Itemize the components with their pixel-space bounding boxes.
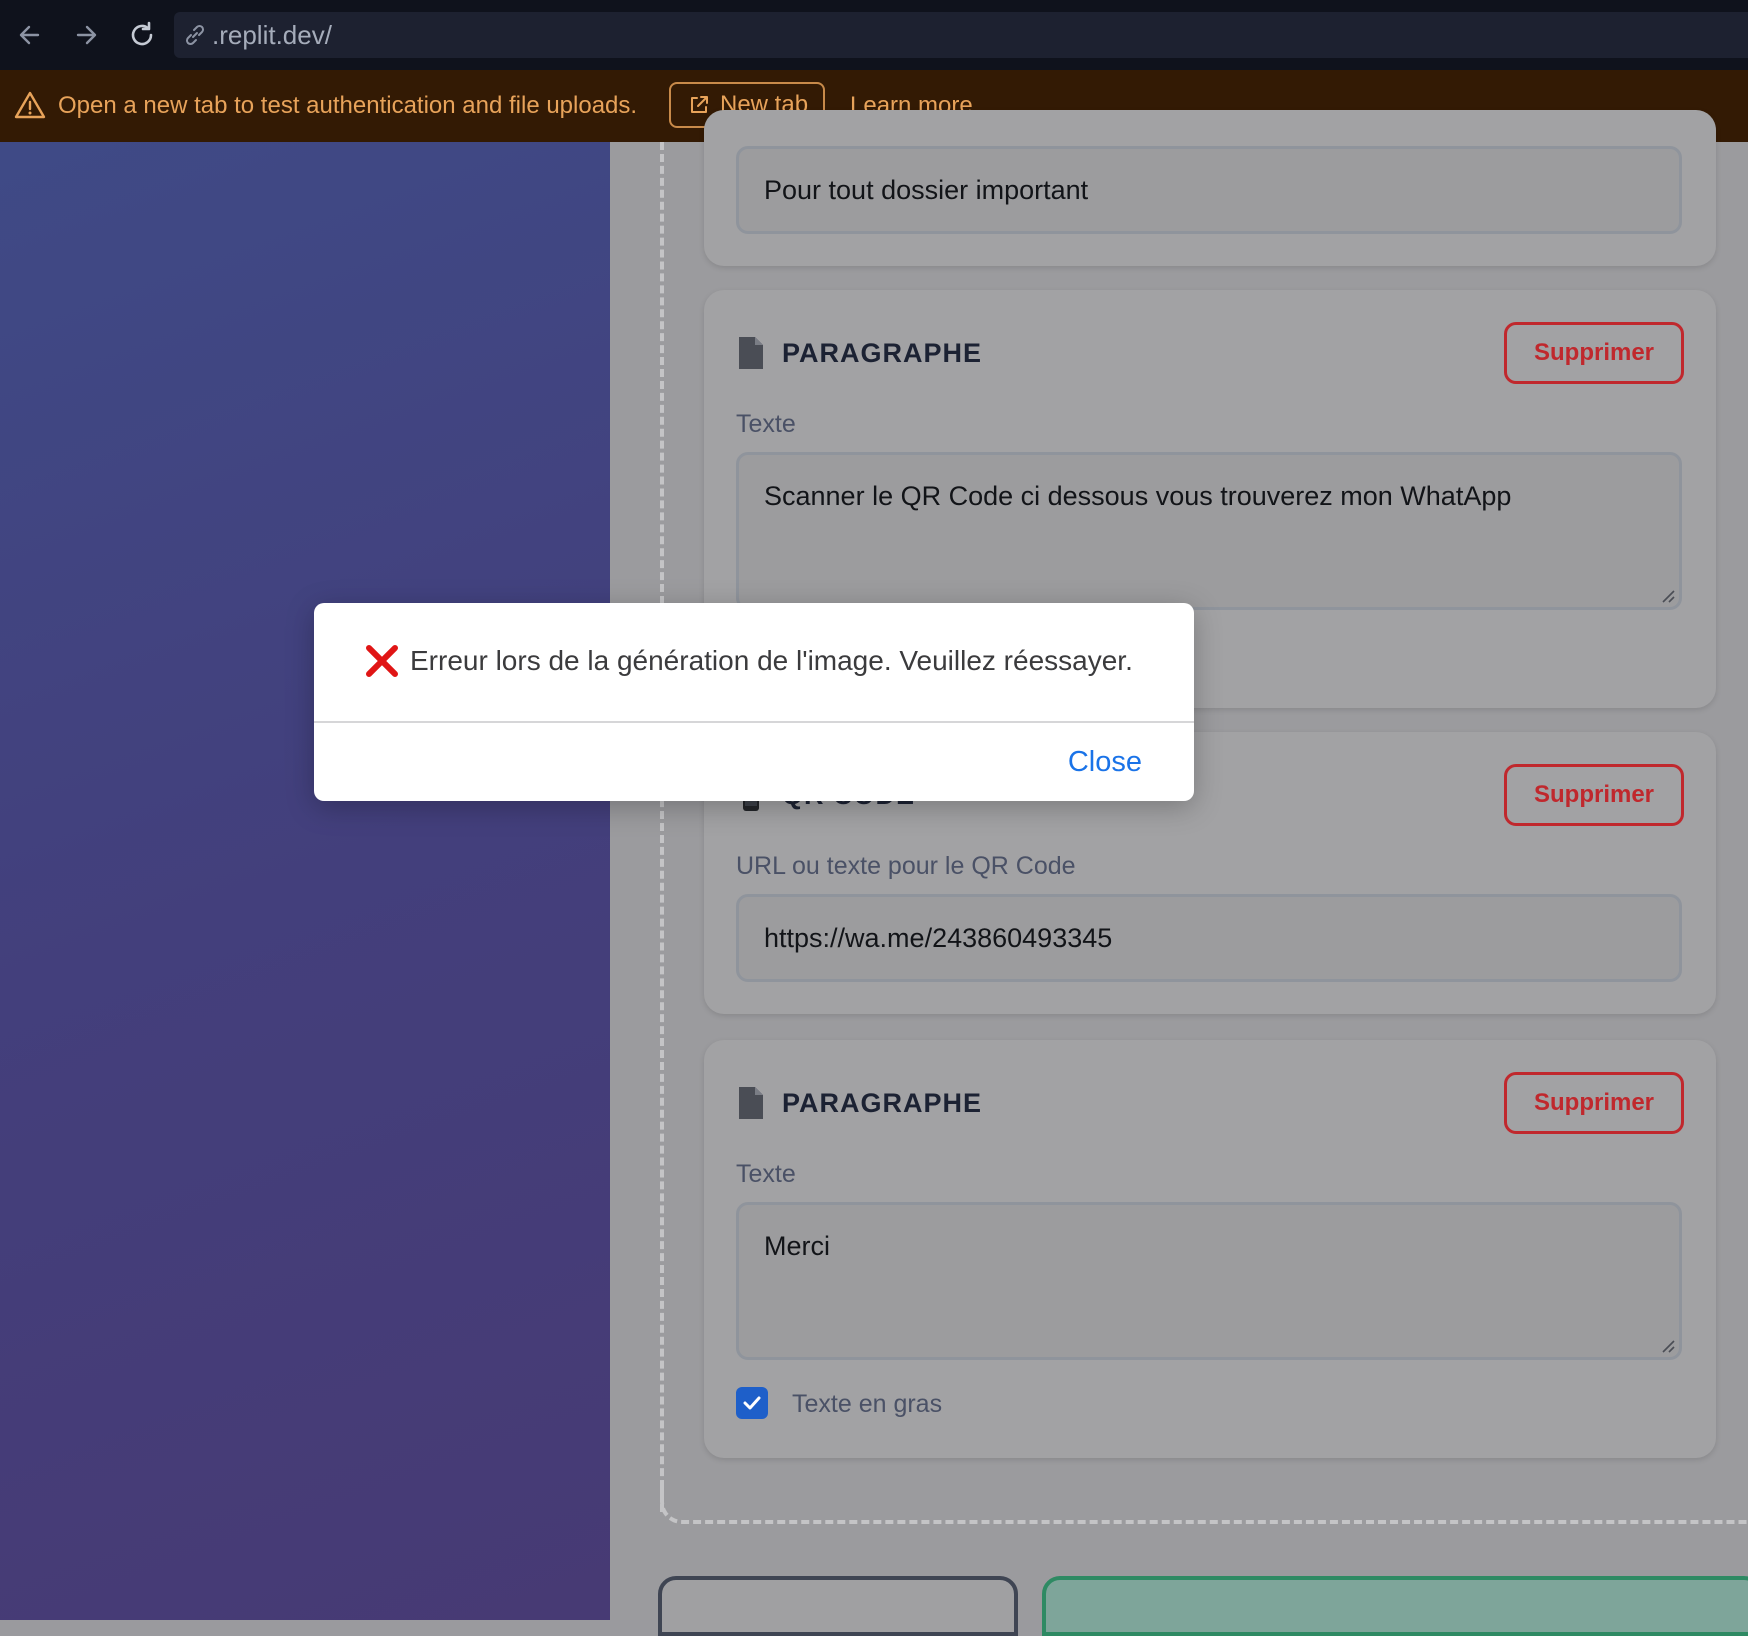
- textarea-value: Scanner le QR Code ci dessous vous trouv…: [764, 481, 1512, 511]
- reset-button[interactable]: [658, 1576, 1018, 1636]
- banner-message: Open a new tab to test authentication an…: [58, 92, 638, 119]
- dialog-message-text: Erreur lors de la génération de l'image.…: [410, 645, 1133, 676]
- browser-toolbar: .replit.dev/: [0, 0, 1748, 70]
- cross-mark-icon: [366, 645, 398, 677]
- close-button[interactable]: Close: [1068, 746, 1142, 779]
- back-button[interactable]: [10, 15, 50, 55]
- reload-button[interactable]: [122, 15, 162, 55]
- block-type-label: PARAGRAPHE: [782, 337, 983, 368]
- block-card-text: Pour tout dossier important: [704, 110, 1716, 266]
- field-label: Texte: [736, 410, 796, 438]
- paragraph-textarea[interactable]: Scanner le QR Code ci dessous vous trouv…: [736, 452, 1682, 610]
- forward-button[interactable]: [66, 15, 106, 55]
- textarea-value: Merci: [764, 1231, 830, 1261]
- text-input-value: Pour tout dossier important: [764, 175, 1089, 205]
- field-label: Texte: [736, 1160, 796, 1188]
- dialog-divider: [314, 721, 1194, 723]
- block-title: PARAGRAPHE: [736, 1086, 982, 1120]
- document-icon: [739, 1087, 763, 1119]
- checkbox-label[interactable]: Texte en gras: [792, 1390, 942, 1419]
- external-link-icon: [691, 96, 708, 113]
- delete-button[interactable]: Supprimer: [1504, 764, 1684, 826]
- dropzone-border: [660, 142, 664, 1512]
- preview-panel: [0, 142, 610, 1620]
- paragraph-textarea[interactable]: Merci: [736, 1202, 1682, 1360]
- link-icon: [185, 24, 205, 46]
- delete-button[interactable]: Supprimer: [1504, 1072, 1684, 1134]
- dialog-message: Erreur lors de la génération de l'image.…: [364, 643, 1133, 679]
- field-label: URL ou texte pour le QR Code: [736, 852, 1076, 880]
- url-text: .replit.dev/: [212, 19, 332, 50]
- error-dialog: Erreur lors de la génération de l'image.…: [314, 603, 1194, 801]
- resize-handle-icon[interactable]: [1659, 1337, 1675, 1353]
- resize-handle-icon[interactable]: [1659, 587, 1675, 603]
- qr-url-value: https://wa.me/243860493345: [764, 923, 1113, 953]
- arrow-right-icon: [76, 25, 97, 45]
- generate-button[interactable]: [1042, 1576, 1748, 1636]
- qr-url-input[interactable]: https://wa.me/243860493345: [736, 894, 1682, 982]
- block-title: PARAGRAPHE: [736, 336, 982, 370]
- warning-icon: [14, 91, 46, 119]
- bold-checkbox[interactable]: [736, 1387, 768, 1419]
- document-icon: [739, 337, 763, 369]
- block-type-label: PARAGRAPHE: [782, 1087, 983, 1118]
- text-input[interactable]: Pour tout dossier important: [736, 146, 1682, 234]
- reload-icon: [131, 21, 153, 46]
- dropzone-border-bottom: [660, 1480, 1748, 1524]
- delete-button[interactable]: Supprimer: [1504, 322, 1684, 384]
- block-card-paragraph: PARAGRAPHE Supprimer Texte Merci Texte e…: [704, 1040, 1716, 1458]
- arrow-left-icon: [19, 25, 40, 45]
- checkmark-icon: [743, 1396, 761, 1410]
- url-bar[interactable]: .replit.dev/: [174, 12, 1748, 58]
